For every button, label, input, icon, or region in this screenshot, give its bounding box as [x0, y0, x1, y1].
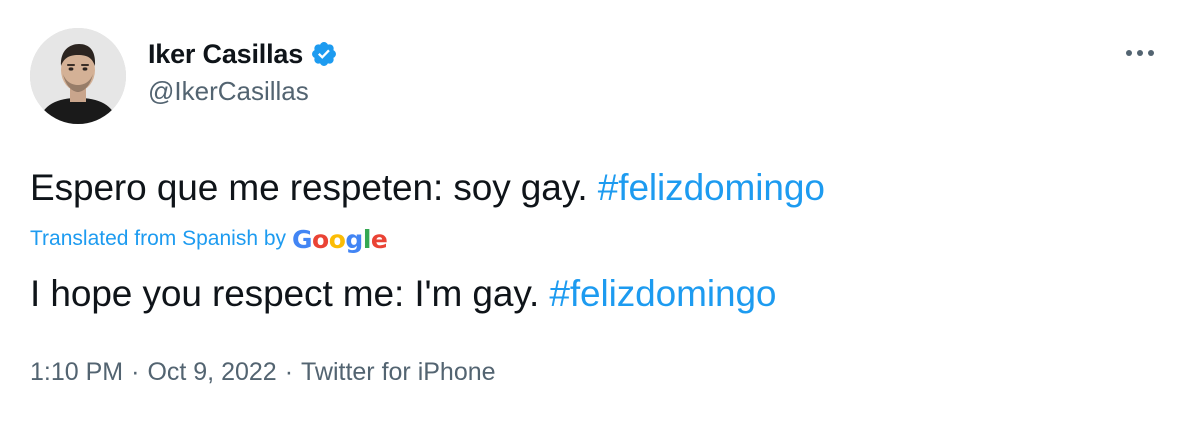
more-options-button[interactable] [1120, 38, 1160, 68]
tweet-original-text: Espero que me respeten: soy gay. #felizd… [30, 166, 825, 210]
original-hashtag-link[interactable]: #felizdomingo [598, 167, 825, 208]
name-row: Iker Casillas [148, 36, 338, 72]
tweet-date[interactable]: Oct 9, 2022 [147, 358, 276, 387]
meta-separator: · [131, 358, 140, 386]
user-info: Iker Casillas @IkerCasillas [148, 36, 338, 107]
original-text-body: Espero que me respeten: soy gay. [30, 167, 588, 208]
tweet-metadata: 1:10 PM · Oct 9, 2022 · Twitter for iPho… [30, 358, 496, 387]
more-options-icon [1126, 50, 1154, 56]
avatar-image [30, 28, 126, 124]
meta-separator: · [284, 358, 294, 386]
user-handle[interactable]: @IkerCasillas [148, 76, 338, 107]
avatar[interactable] [30, 28, 126, 124]
google-logo: Google [292, 224, 388, 254]
verified-badge-icon [310, 40, 338, 68]
translation-label: Translated from Spanish by [30, 227, 287, 250]
tweet-card: Iker Casillas @IkerCasillas Espero que m… [0, 0, 1200, 428]
translated-text-body: I hope you respect me: I'm gay. [30, 273, 540, 314]
translated-hashtag-link[interactable]: #felizdomingo [549, 273, 776, 314]
tweet-time[interactable]: 1:10 PM [30, 358, 123, 387]
translation-attribution[interactable]: Translated from Spanish by Google [30, 222, 388, 256]
tweet-source[interactable]: Twitter for iPhone [301, 358, 496, 387]
tweet-translated-text: I hope you respect me: I'm gay. #felizdo… [30, 272, 777, 316]
display-name[interactable]: Iker Casillas [148, 39, 303, 70]
